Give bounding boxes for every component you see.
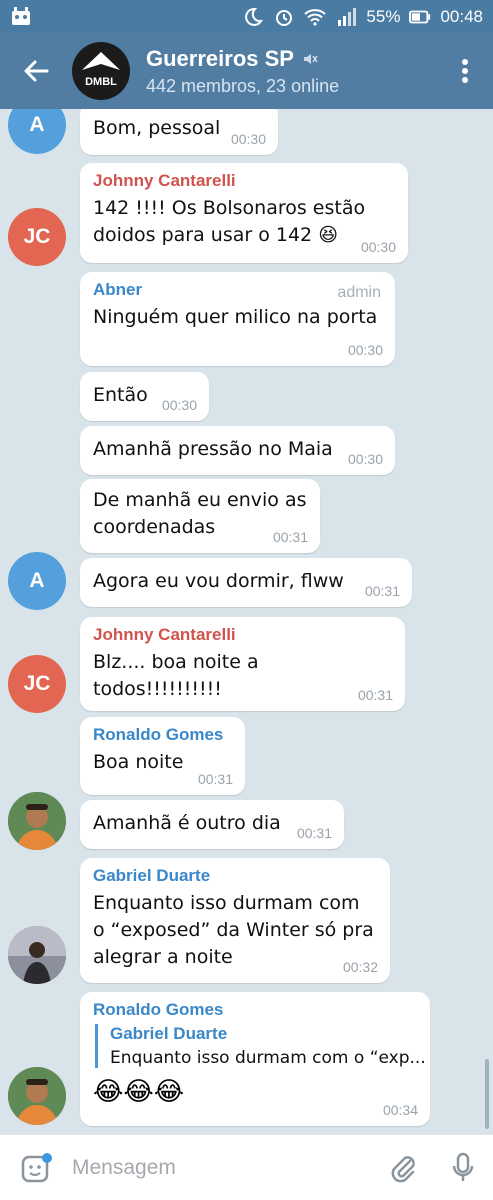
sticker-button[interactable] (0, 1135, 72, 1200)
message-text-line: De manhã eu envio as (93, 489, 307, 511)
message-text: Bom, pessoal (93, 117, 221, 139)
alarm-icon (273, 6, 295, 28)
clock: 00:48 (440, 6, 483, 26)
chat-header: DMBL Guerreiros SP 442 membros, 23 onlin… (0, 33, 493, 109)
message-bubble[interactable]: Johnny Cantarelli Blz.... boa noite a to… (80, 617, 405, 711)
message-text-line: o “exposed” da Winter só pra (93, 919, 374, 941)
attach-button[interactable] (373, 1135, 433, 1200)
reply-preview[interactable]: Gabriel Duarte Enquanto isso durmam com … (95, 1024, 426, 1068)
message-input[interactable] (72, 1155, 373, 1180)
sender-name: Ronaldo Gomes (93, 725, 224, 744)
message-time: 00:31 (197, 771, 233, 787)
message-time: 00:32 (342, 959, 378, 975)
battery-icon (409, 6, 431, 28)
avatar-photo[interactable] (8, 926, 66, 984)
more-options-button[interactable] (437, 33, 493, 109)
message-text: Então (93, 384, 148, 406)
avatar[interactable]: JC (8, 655, 66, 713)
message-text: Ninguém quer milico na porta (93, 306, 378, 328)
message-time: 00:30 (230, 131, 266, 147)
sender-name: Johnny Cantarelli (93, 171, 236, 190)
message-text: Amanhã é outro dia (93, 812, 281, 834)
message-bubble[interactable]: Abner admin Ninguém quer milico na porta… (80, 272, 395, 366)
message-input-bar (0, 1134, 493, 1200)
message-text: Amanhã pressão no Maia (93, 438, 333, 460)
message-time: 00:31 (296, 825, 332, 841)
sender-name: Gabriel Duarte (93, 866, 211, 885)
message-text-line: 142 !!!! Os Bolsonaros estão (93, 197, 366, 219)
message-time: 00:31 (272, 529, 308, 545)
avatar-photo[interactable] (8, 792, 66, 850)
message-bubble[interactable]: Bom, pessoal 00:30 (80, 109, 278, 155)
paperclip-icon (391, 1155, 415, 1182)
message-list[interactable]: A Bom, pessoal 00:30 JC Johnny Cantarell… (0, 109, 493, 1134)
signal-icon (335, 6, 357, 28)
battery-percent: 55% (366, 6, 401, 26)
avatar[interactable]: A (8, 109, 66, 154)
avatar[interactable]: A (8, 552, 66, 610)
reply-text: Enquanto isso durmam com o “exp... (110, 1048, 426, 1068)
message-time: 00:31 (357, 687, 393, 703)
emoji-message: 😂😂😂 (93, 1076, 185, 1106)
muted-icon (303, 53, 318, 64)
avatar-photo[interactable] (8, 1067, 66, 1125)
message-bubble[interactable]: Agora eu vou dormir, flww 00:31 (80, 558, 412, 607)
message-time: 00:34 (382, 1102, 418, 1118)
message-bubble[interactable]: Amanhã é outro dia 00:31 (80, 800, 344, 849)
message-text: Blz.... boa noite a todos!!!!!!!!!! (93, 651, 259, 700)
group-avatar[interactable]: DMBL (72, 42, 130, 100)
microphone-button[interactable] (433, 1135, 493, 1200)
sender-name: Ronaldo Gomes (93, 1000, 224, 1019)
wifi-icon (304, 6, 327, 28)
avatar[interactable]: JC (8, 208, 66, 266)
group-info[interactable]: Guerreiros SP 442 membros, 23 online (146, 46, 339, 97)
message-time: 00:30 (347, 451, 383, 467)
message-bubble[interactable]: Ronaldo Gomes Gabriel Duarte Enquanto is… (80, 992, 430, 1126)
message-text-line: doidos para usar o 142 😆 (93, 224, 338, 246)
sticker-icon (21, 1152, 52, 1182)
message-text: Agora eu vou dormir, flww (93, 570, 344, 592)
message-bubble[interactable]: Ronaldo Gomes Boa noite 00:31 (80, 717, 245, 795)
message-bubble[interactable]: Johnny Cantarelli 142 !!!! Os Bolsonaros… (80, 163, 408, 263)
message-time: 00:30 (360, 239, 396, 255)
more-vertical-icon (462, 59, 468, 83)
arrow-left-icon (24, 60, 49, 82)
app-notification-icon (10, 6, 32, 28)
message-text-line: alegrar a noite (93, 946, 233, 968)
message-time: 00:30 (347, 342, 383, 358)
moon-icon (242, 6, 264, 28)
status-bar: 55% 00:48 (0, 0, 493, 33)
admin-badge: admin (337, 284, 381, 301)
message-bubble[interactable]: Amanhã pressão no Maia 00:30 (80, 426, 395, 475)
message-bubble[interactable]: Gabriel Duarte Enquanto isso durmam com … (80, 858, 390, 983)
message-bubble[interactable]: De manhã eu envio as coordenadas 00:31 (80, 479, 320, 553)
scrollbar[interactable] (485, 1059, 489, 1129)
back-button[interactable] (0, 33, 72, 109)
microphone-icon (452, 1152, 474, 1181)
reply-sender-name: Gabriel Duarte (110, 1024, 228, 1043)
message-time: 00:30 (161, 397, 197, 413)
group-subtitle: 442 membros, 23 online (146, 75, 340, 96)
group-title: Guerreiros SP (146, 45, 294, 71)
sender-name: Johnny Cantarelli (93, 625, 236, 644)
group-avatar-text: DMBL (85, 76, 117, 88)
message-time: 00:31 (364, 583, 400, 599)
message-bubble[interactable]: Então 00:30 (80, 372, 209, 421)
message-text-line: Enquanto isso durmam com (93, 892, 360, 914)
